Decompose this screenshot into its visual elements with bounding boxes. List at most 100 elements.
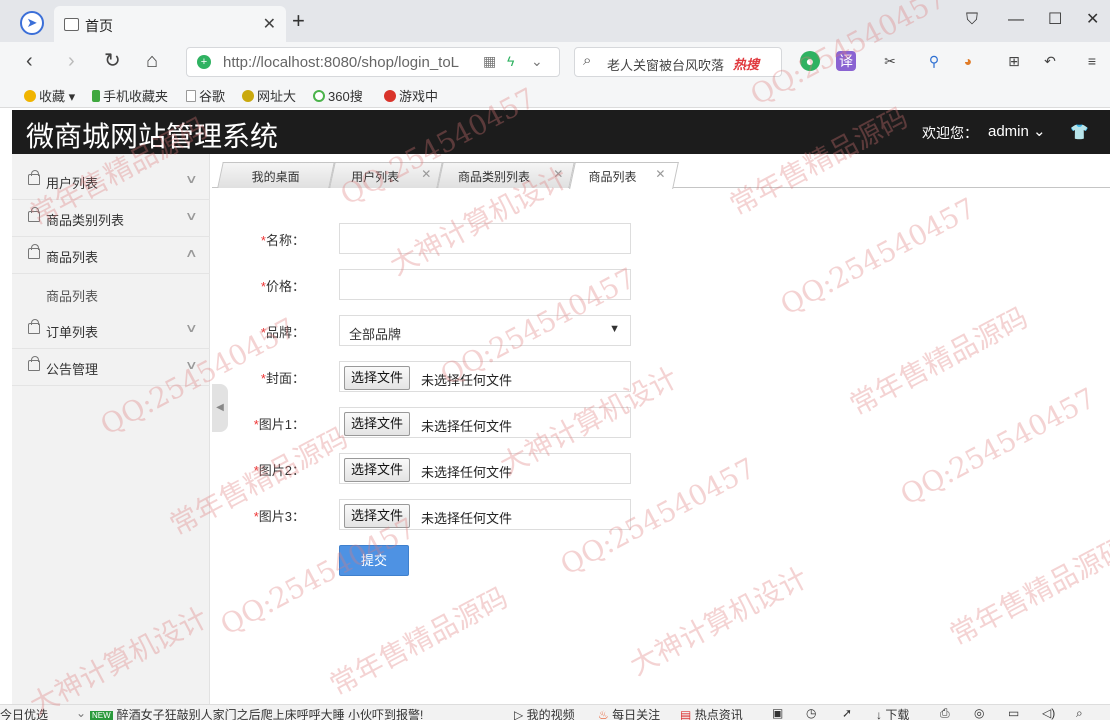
gamepad-icon[interactable]: ◕: [958, 51, 978, 71]
new-tab-icon[interactable]: +: [292, 10, 305, 32]
cover-file-input: 选择文件 未选择任何文件: [339, 361, 631, 392]
bookmark-games[interactable]: 游戏中: [384, 86, 438, 105]
window-icon[interactable]: ▭: [1008, 706, 1019, 720]
close-window-icon[interactable]: ✕: [1086, 10, 1099, 30]
status-download[interactable]: ↓ 下载: [876, 706, 909, 720]
status-my-video[interactable]: ▷ 我的视频: [514, 706, 575, 720]
close-icon[interactable]: ✕: [421, 167, 431, 181]
close-icon[interactable]: ✕: [553, 167, 563, 181]
image2-choose-file-button[interactable]: 选择文件: [344, 458, 411, 482]
name-input[interactable]: [339, 223, 631, 254]
caret-down-icon: ▼: [609, 323, 620, 335]
address-bar[interactable]: + http://localhost:8080/shop/login_toL ▦…: [186, 47, 560, 77]
submit-button[interactable]: 提交: [339, 545, 409, 576]
user-menu[interactable]: admin ⌄: [988, 122, 1046, 140]
hot-search-label[interactable]: 热搜: [733, 54, 759, 73]
apps-grid-icon[interactable]: ⊞: [1004, 51, 1024, 71]
chevron-down-icon: ∨: [185, 321, 199, 335]
close-icon[interactable]: ✕: [655, 167, 665, 181]
clock-icon[interactable]: ◷: [806, 706, 816, 720]
search-text[interactable]: 老人关窗被台风吹落: [607, 55, 724, 74]
lightning-icon[interactable]: ϟ: [507, 53, 514, 69]
star-icon: [24, 90, 36, 102]
cover-choose-file-button[interactable]: 选择文件: [344, 366, 411, 390]
menu-icon[interactable]: ≡: [1082, 51, 1102, 71]
download-icon: ↓: [876, 708, 882, 720]
status-daily-picks[interactable]: 今日优选: [0, 706, 48, 720]
status-hot-news[interactable]: ▤ 热点资讯: [680, 706, 743, 720]
scissors-icon[interactable]: ✂: [880, 51, 900, 71]
forward-icon[interactable]: ›: [68, 50, 75, 72]
bookmark-favorites[interactable]: 收藏 ▾: [24, 86, 75, 105]
browser-titlebar: ➤ 首页 ✕ + ⛉ — ☐ ✕: [0, 0, 1110, 42]
play-icon: ▷: [514, 708, 524, 720]
tab-users[interactable]: 用户列表 ✕: [329, 162, 443, 188]
qr-code-icon[interactable]: ▦: [483, 53, 496, 70]
flame-icon: ♨: [598, 708, 609, 720]
close-tab-icon[interactable]: ✕: [263, 14, 276, 34]
skin-shirt-icon[interactable]: 👕: [1070, 123, 1089, 141]
sidebar-item-orders[interactable]: 订单列表 ∨: [12, 312, 210, 349]
image-icon[interactable]: ▣: [772, 706, 783, 720]
sidebar-item-categories[interactable]: 商品类别列表 ∨: [12, 200, 210, 237]
tab-categories[interactable]: 商品类别列表 ✕: [437, 162, 575, 188]
watermark: 常年售精品源码: [944, 530, 1110, 652]
image1-label: *图片1：: [253, 417, 305, 432]
translate-icon[interactable]: 译: [836, 51, 856, 71]
sidebar-item-label: 订单列表: [46, 325, 99, 340]
browser-tab-title: 首页: [85, 18, 113, 34]
search-box[interactable]: ⌕ 老人关窗被台风吹落 热搜: [574, 47, 782, 77]
search-icon: ⌕: [583, 52, 592, 69]
status-daily-follow[interactable]: ♨ 每日关注: [598, 706, 660, 720]
globe-icon: [242, 90, 254, 102]
chevron-up-icon: ∧: [185, 246, 199, 260]
sidebar: 用户列表 ∨ 商品类别列表 ∨ 商品列表 ∧ 商品列表 订单列表 ∨ 公告管理 …: [12, 154, 210, 704]
chevron-down-icon: ∨: [185, 209, 199, 223]
bookmarks-bar: 收藏 ▾ 手机收藏夹 谷歌 网址大 360搜 游戏中: [0, 82, 1110, 108]
chevron-down-icon[interactable]: ⌄: [76, 706, 86, 720]
bookmark-mobile[interactable]: 手机收藏夹: [92, 86, 168, 105]
zoom-icon[interactable]: ⌕: [1076, 706, 1083, 720]
magnifier-icon[interactable]: ⚲: [924, 51, 944, 71]
browser-logo-icon[interactable]: ➤: [20, 11, 44, 35]
back-icon[interactable]: ‹: [26, 50, 33, 72]
bookmark-google[interactable]: 谷歌: [186, 86, 225, 105]
browser-tab[interactable]: 首页 ✕: [54, 6, 286, 42]
image3-choose-file-button[interactable]: 选择文件: [344, 504, 411, 528]
bookmark-360[interactable]: 360搜: [313, 86, 363, 105]
volume-icon[interactable]: ◁): [1042, 706, 1055, 720]
sidebar-item-label: 公告管理: [46, 362, 99, 377]
wechat-icon[interactable]: ●: [800, 51, 820, 71]
sidebar-item-products[interactable]: 商品列表 ∧: [12, 237, 210, 274]
url-text[interactable]: http://localhost:8080/shop/login_toL: [223, 54, 459, 71]
browser-icon[interactable]: ◎: [974, 706, 984, 720]
sidebar-subitem-products[interactable]: 商品列表: [46, 286, 98, 305]
file-status: 未选择任何文件: [421, 465, 513, 480]
minimize-icon[interactable]: —: [1008, 10, 1024, 30]
home-icon[interactable]: ⌂: [146, 50, 158, 72]
price-input[interactable]: [339, 269, 631, 300]
chevron-down-icon[interactable]: ⌄: [531, 53, 543, 70]
status-news[interactable]: NEW 醉酒女子狂敲别人家门之后爬上床呼呼大睡 小伙吓到报警!: [90, 706, 423, 720]
sidebar-item-notices[interactable]: 公告管理 ∨: [12, 349, 210, 386]
bookmark-directory[interactable]: 网址大: [242, 86, 296, 105]
name-label: *名称：: [260, 233, 305, 248]
sidebar-item-users[interactable]: 用户列表 ∨: [12, 163, 210, 200]
image1-choose-file-button[interactable]: 选择文件: [344, 412, 411, 436]
brand-select[interactable]: 全部品牌 ▼: [339, 315, 631, 346]
rocket-icon[interactable]: ➚: [842, 706, 852, 720]
printer-icon[interactable]: ⎙: [940, 706, 950, 720]
image1-file-input: 选择文件 未选择任何文件: [339, 407, 631, 438]
tab-products[interactable]: 商品列表 ✕: [569, 162, 679, 189]
news-icon: ▤: [680, 708, 692, 720]
skin-icon[interactable]: ⛉: [966, 10, 978, 30]
watermark: 常年售精品源码: [324, 580, 513, 702]
reload-icon[interactable]: ↻: [104, 50, 121, 72]
watermark: 大神计算机设计: [624, 560, 813, 682]
sidebar-item-label: 商品列表: [46, 250, 99, 265]
undo-icon[interactable]: ↶: [1040, 51, 1060, 71]
shield-icon: +: [197, 55, 211, 69]
price-label: *价格：: [260, 279, 305, 294]
maximize-icon[interactable]: ☐: [1048, 10, 1062, 30]
tab-desktop[interactable]: 我的桌面: [217, 162, 335, 188]
